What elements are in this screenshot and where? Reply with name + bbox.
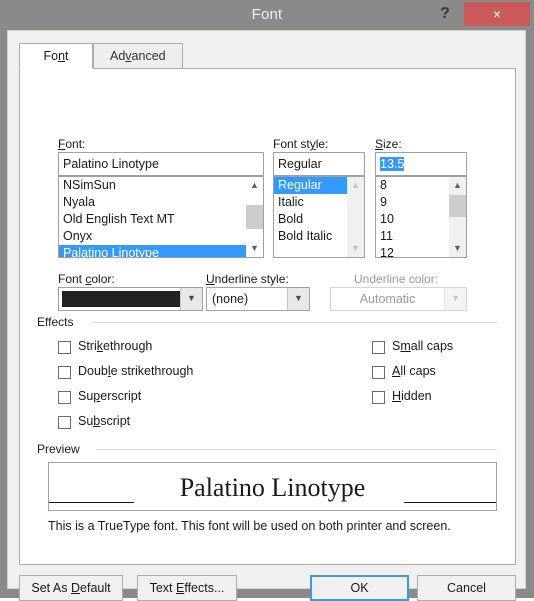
size-listbox[interactable]: 8 9 10 11 12 ▲ ▼ [375, 176, 467, 258]
size-label: Size: [375, 137, 402, 151]
effects-group-label: Effects [37, 315, 78, 329]
checkbox-label: Double strikethrough [78, 364, 194, 378]
preview-group-divider [96, 449, 497, 450]
font-style-input[interactable]: Regular [273, 152, 365, 176]
list-item[interactable]: 10 [376, 211, 451, 228]
size-list-scrollbar[interactable]: ▲ ▼ [449, 177, 466, 257]
effects-group-divider [91, 322, 497, 323]
preview-group-label: Preview [37, 442, 84, 456]
set-as-default-button[interactable]: Set As Default [19, 575, 123, 601]
chevron-down-icon[interactable]: ▼ [287, 288, 309, 310]
font-tab-panel: Font: Font style: Size: Palatino Linotyp… [19, 68, 516, 565]
scroll-down-icon[interactable]: ▼ [246, 240, 263, 257]
underline-color-dropdown: Automatic ▼ [330, 287, 467, 311]
underline-style-value: (none) [212, 292, 249, 306]
checkbox-icon[interactable] [58, 416, 71, 429]
title-bar: Font ? × [0, 0, 534, 30]
font-style-scrollbar[interactable]: ▲ ▼ [347, 177, 364, 257]
list-item[interactable]: Nyala [59, 194, 248, 211]
text-effects-button[interactable]: Text Effects... [137, 575, 237, 601]
cancel-button[interactable]: Cancel [417, 575, 516, 601]
list-item-selected[interactable]: Regular [274, 177, 349, 194]
scroll-up-icon[interactable]: ▲ [347, 177, 364, 194]
underline-color-label: Underline color: [354, 272, 439, 286]
list-item[interactable]: 12 [376, 245, 451, 257]
font-style-label: Font style: [273, 137, 329, 151]
preview-rule-right [404, 502, 496, 503]
checkbox-icon[interactable] [372, 341, 385, 354]
font-label: Font: [58, 137, 86, 151]
font-name-value: Palatino Linotype [63, 157, 159, 171]
list-item[interactable]: Onyx [59, 228, 248, 245]
list-item[interactable]: 8 [376, 177, 451, 194]
font-name-input[interactable]: Palatino Linotype [58, 152, 264, 176]
list-item-selected[interactable]: Palatino Linotype [59, 245, 248, 257]
chevron-down-icon: ▼ [444, 288, 466, 310]
checkbox-label: Superscript [78, 389, 142, 403]
checkbox-icon[interactable] [58, 341, 71, 354]
checkbox-icon[interactable] [58, 391, 71, 404]
font-color-label: Font color: [58, 272, 115, 286]
scroll-down-icon[interactable]: ▼ [347, 240, 364, 257]
list-item[interactable]: 9 [376, 194, 451, 211]
font-color-dropdown[interactable]: ▼ [58, 287, 203, 311]
font-name-listbox[interactable]: NSimSun Nyala Old English Text MT Onyx P… [58, 176, 264, 258]
checkbox-label: Subscript [78, 414, 131, 428]
scroll-thumb[interactable] [246, 205, 263, 229]
chevron-down-icon[interactable]: ▼ [180, 288, 202, 310]
font-list-scrollbar[interactable]: ▲ ▼ [246, 177, 263, 257]
font-color-swatch [62, 291, 180, 307]
size-value: 13.5 [380, 157, 405, 171]
font-dialog-window: Font ? × Font Advanced Font: Font style:… [0, 0, 534, 601]
checkbox-icon[interactable] [372, 391, 385, 404]
list-item[interactable]: Old English Text MT [59, 211, 248, 228]
ok-button[interactable]: OK [310, 575, 409, 601]
font-style-listbox[interactable]: Regular Italic Bold Bold Italic ▲ ▼ [273, 176, 365, 258]
tab-advanced[interactable]: Advanced [93, 43, 183, 69]
scroll-thumb[interactable] [449, 195, 466, 217]
help-icon[interactable]: ? [430, 0, 460, 28]
list-item[interactable]: 11 [376, 228, 451, 245]
preview-note: This is a TrueType font. This font will … [48, 519, 451, 533]
scroll-up-icon[interactable]: ▲ [246, 177, 263, 194]
preview-rule-left [49, 502, 134, 503]
font-style-value: Regular [278, 157, 322, 171]
checkbox-label: Strikethrough [78, 339, 153, 353]
checkbox-label: Hidden [392, 389, 432, 403]
checkbox-label: Small caps [392, 339, 454, 353]
tab-font[interactable]: Font [19, 43, 93, 69]
list-item[interactable]: Italic [274, 194, 349, 211]
list-item[interactable]: Bold Italic [274, 228, 349, 245]
checkbox-icon[interactable] [58, 366, 71, 379]
font-preview-box: Palatino Linotype [48, 462, 497, 511]
close-icon[interactable]: × [464, 2, 530, 26]
size-input[interactable]: 13.5 [375, 152, 467, 176]
list-item[interactable]: NSimSun [59, 177, 248, 194]
checkbox-label: All caps [392, 364, 436, 378]
checkbox-icon[interactable] [372, 366, 385, 379]
underline-style-label: Underline style: [206, 272, 289, 286]
underline-style-dropdown[interactable]: (none) ▼ [206, 287, 310, 311]
list-item[interactable]: Bold [274, 211, 349, 228]
scroll-up-icon[interactable]: ▲ [449, 177, 466, 194]
scroll-down-icon[interactable]: ▼ [449, 240, 466, 257]
preview-sample-text: Palatino Linotype [179, 473, 366, 502]
dialog-body: Font Advanced Font: Font style: Size: Pa… [7, 30, 526, 601]
